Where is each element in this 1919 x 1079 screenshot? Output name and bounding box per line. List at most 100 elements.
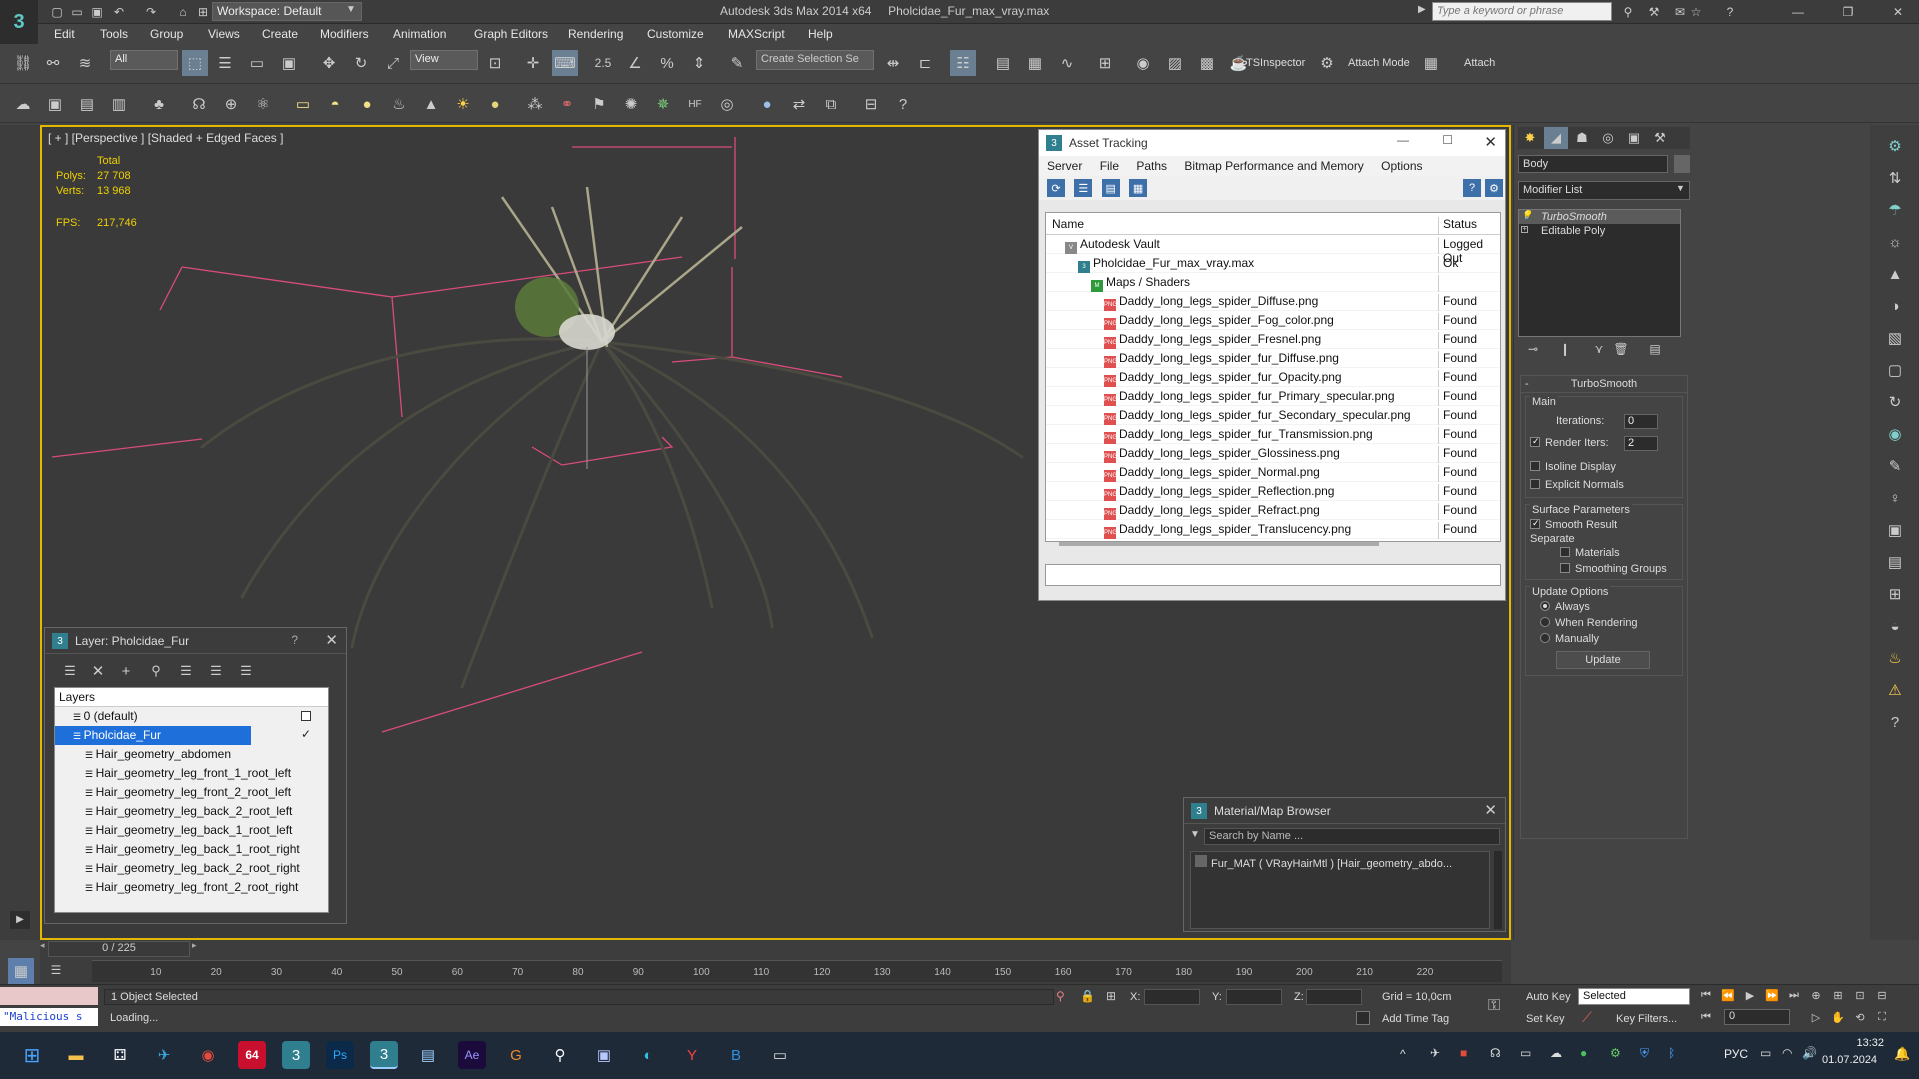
new-file-icon[interactable]: ▢: [48, 3, 66, 21]
vray-displacement-icon[interactable]: ◑: [1882, 293, 1908, 319]
table-view-icon[interactable]: ▦: [1129, 179, 1148, 197]
material-search-input[interactable]: Search by Name ...: [1204, 828, 1500, 845]
field-of-view-icon[interactable]: ▷: [1806, 1007, 1826, 1027]
track-bar[interactable]: 10 20 30 40 50 60 70 80 90 100 110 120 130 140 150 160 1…: [92, 960, 1502, 982]
vray-globe-icon[interactable]: ◉: [1882, 421, 1908, 447]
asset-row[interactable]: PNG Daddy_long_legs_spider_Normal.png Foun…: [1046, 463, 1500, 482]
always-radio[interactable]: [1540, 601, 1550, 611]
notification-icon[interactable]: 🔔: [1894, 1046, 1910, 1062]
iterations-spinner[interactable]: 0: [1624, 414, 1658, 429]
help-icon[interactable]: ?: [1463, 179, 1481, 197]
vray-plane-light-icon[interactable]: ▭: [290, 91, 316, 117]
detail-view-icon[interactable]: ▤: [1101, 179, 1120, 197]
scene-explorer-icon[interactable]: ☷: [950, 50, 976, 76]
key-mode-icon[interactable]: ⏮: [1696, 1007, 1716, 1027]
vray-warning-icon[interactable]: ⚠: [1882, 677, 1908, 703]
chevron-down-icon[interactable]: ▼: [1676, 183, 1685, 193]
time-slider[interactable]: 0 / 225: [48, 941, 190, 957]
vray-mesh-export-icon[interactable]: ⚛: [250, 91, 276, 117]
maxscript-listener-pink[interactable]: [0, 987, 98, 1005]
rotate-icon[interactable]: ↻: [348, 50, 374, 76]
app-b-icon[interactable]: B: [722, 1041, 750, 1069]
mirror-icon[interactable]: ⇹: [880, 50, 906, 76]
tools-icon[interactable]: ⚒: [1644, 3, 1664, 21]
bind-spacewarp-icon[interactable]: ≋: [72, 50, 98, 76]
vray-plane-icon[interactable]: ⚭: [554, 91, 580, 117]
vray-hfur-icon[interactable]: HF: [682, 91, 708, 117]
maximize-viewport-icon[interactable]: ⛶: [1872, 1007, 1892, 1027]
stack-item-turbosmooth[interactable]: 💡 TurboSmooth: [1519, 210, 1680, 224]
vray-vfb-icon[interactable]: ▤: [1882, 549, 1908, 575]
windows-start-icon[interactable]: ⊞: [18, 1041, 46, 1069]
app-logo[interactable]: 3: [0, 0, 38, 44]
play-triangle-icon[interactable]: ▶: [10, 911, 30, 929]
time-slider-left-icon[interactable]: ◂: [40, 940, 46, 960]
menu-maxscript[interactable]: MAXScript: [728, 27, 785, 41]
select-by-name-icon[interactable]: ☰: [212, 50, 238, 76]
move-icon[interactable]: ✥: [316, 50, 342, 76]
close-icon[interactable]: ✕: [1888, 3, 1908, 21]
key-filters-button[interactable]: Key Filters...: [1616, 1013, 1677, 1025]
tray-telegram-icon[interactable]: ✈: [1430, 1046, 1440, 1060]
workspace-dropdown[interactable]: Workspace: Default: [212, 2, 362, 21]
manually-radio[interactable]: [1540, 633, 1550, 643]
update-button[interactable]: Update: [1556, 651, 1650, 669]
configure-sets-icon[interactable]: ▤: [1646, 341, 1664, 357]
asset-row[interactable]: PNG Daddy_long_legs_spider_fur_Secondary_…: [1046, 406, 1500, 425]
select-manipulate-icon[interactable]: ✛: [520, 50, 546, 76]
vray-dome-light-icon[interactable]: ◓: [322, 91, 348, 117]
asset-menu-paths[interactable]: Paths: [1136, 159, 1167, 173]
set-key-slash-icon[interactable]: ⟋: [1582, 1009, 1592, 1026]
time-slider-right-icon[interactable]: ▸: [192, 940, 202, 958]
vray-eye-icon[interactable]: ◒: [1882, 613, 1908, 639]
layer-row[interactable]: ☰ Hair_geometry_leg_back_2_root_left: [55, 802, 328, 821]
edge-icon[interactable]: ◐: [634, 1041, 662, 1069]
vray-sphere-icon[interactable]: ●: [754, 91, 780, 117]
close-icon[interactable]: ✕: [325, 631, 338, 649]
freeze-all-icon[interactable]: ☰: [233, 658, 259, 684]
app-g-icon[interactable]: G: [502, 1041, 530, 1069]
zoom-extents-all-icon[interactable]: ⊟: [1872, 985, 1892, 1005]
vray-physical-camera-icon[interactable]: ⚑: [586, 91, 612, 117]
menu-rendering[interactable]: Rendering: [568, 27, 623, 41]
asset-row[interactable]: PNG Daddy_long_legs_spider_fur_Diffuse.pn…: [1046, 349, 1500, 368]
vray-settings-icon[interactable]: ▤: [74, 91, 100, 117]
render-setup-icon[interactable]: ▨: [1162, 50, 1188, 76]
vray-ies-light-icon[interactable]: ♨: [386, 91, 412, 117]
layer-row[interactable]: ☰ Pholcidae_Fur ✓: [55, 726, 311, 745]
layer-row[interactable]: ☰ Hair_geometry_leg_back_2_root_right: [55, 859, 328, 878]
vray-render-icon[interactable]: ☁: [10, 91, 36, 117]
vray-ambient-light-icon[interactable]: ●: [482, 91, 508, 117]
isoline-checkbox[interactable]: [1530, 461, 1540, 471]
asset-menu-bitmap[interactable]: Bitmap Performance and Memory: [1184, 159, 1363, 173]
vray-scene-converter-icon[interactable]: ⇅: [1882, 165, 1908, 191]
search-app-icon[interactable]: ⚲: [546, 1041, 574, 1069]
asset-row[interactable]: 3 Pholcidae_Fur_max_vray.max Ok: [1046, 254, 1500, 273]
minimize-icon[interactable]: —: [1788, 3, 1808, 21]
spinner-snap-icon[interactable]: ⇕: [686, 50, 712, 76]
chevron-right-icon[interactable]: ▶: [1418, 4, 1426, 15]
rollout-title[interactable]: - TurboSmooth: [1521, 376, 1687, 393]
layer-row[interactable]: ☰ 0 (default): [55, 707, 328, 726]
goto-end-icon[interactable]: ⏭: [1784, 985, 1804, 1005]
tray-monitor-icon[interactable]: ▭: [1760, 1046, 1771, 1060]
show-end-result-icon[interactable]: ❙: [1556, 341, 1574, 357]
make-unique-icon[interactable]: ⋎: [1590, 341, 1608, 357]
set-key-button[interactable]: Set Key: [1526, 1013, 1565, 1025]
vray-ipr-icon[interactable]: ⊕: [218, 91, 244, 117]
asset-row[interactable]: PNG Daddy_long_legs_spider_Reflection.png…: [1046, 482, 1500, 501]
list-view-icon[interactable]: ☰: [1074, 179, 1093, 197]
vray-lens-icon[interactable]: ☊: [186, 91, 212, 117]
zoom-all-icon[interactable]: ⊞: [1828, 985, 1848, 1005]
vray-paint-icon[interactable]: ✎: [1882, 453, 1908, 479]
pan-icon[interactable]: ✋: [1828, 1007, 1848, 1027]
select-object-icon[interactable]: ⬚: [182, 50, 208, 76]
key-icon[interactable]: ⚿: [1488, 997, 1500, 1015]
vray-proxy-icon[interactable]: ⁂: [522, 91, 548, 117]
minimize-icon[interactable]: —: [1397, 133, 1409, 147]
asset-row[interactable]: PNG Daddy_long_legs_spider_fur_Transmissi…: [1046, 425, 1500, 444]
tray-volume-icon[interactable]: 🔊: [1802, 1046, 1817, 1060]
object-color-swatch[interactable]: [1674, 155, 1690, 173]
vray-sphere-light-icon[interactable]: ●: [354, 91, 380, 117]
vray-scene-icon[interactable]: ⧉: [818, 91, 844, 117]
